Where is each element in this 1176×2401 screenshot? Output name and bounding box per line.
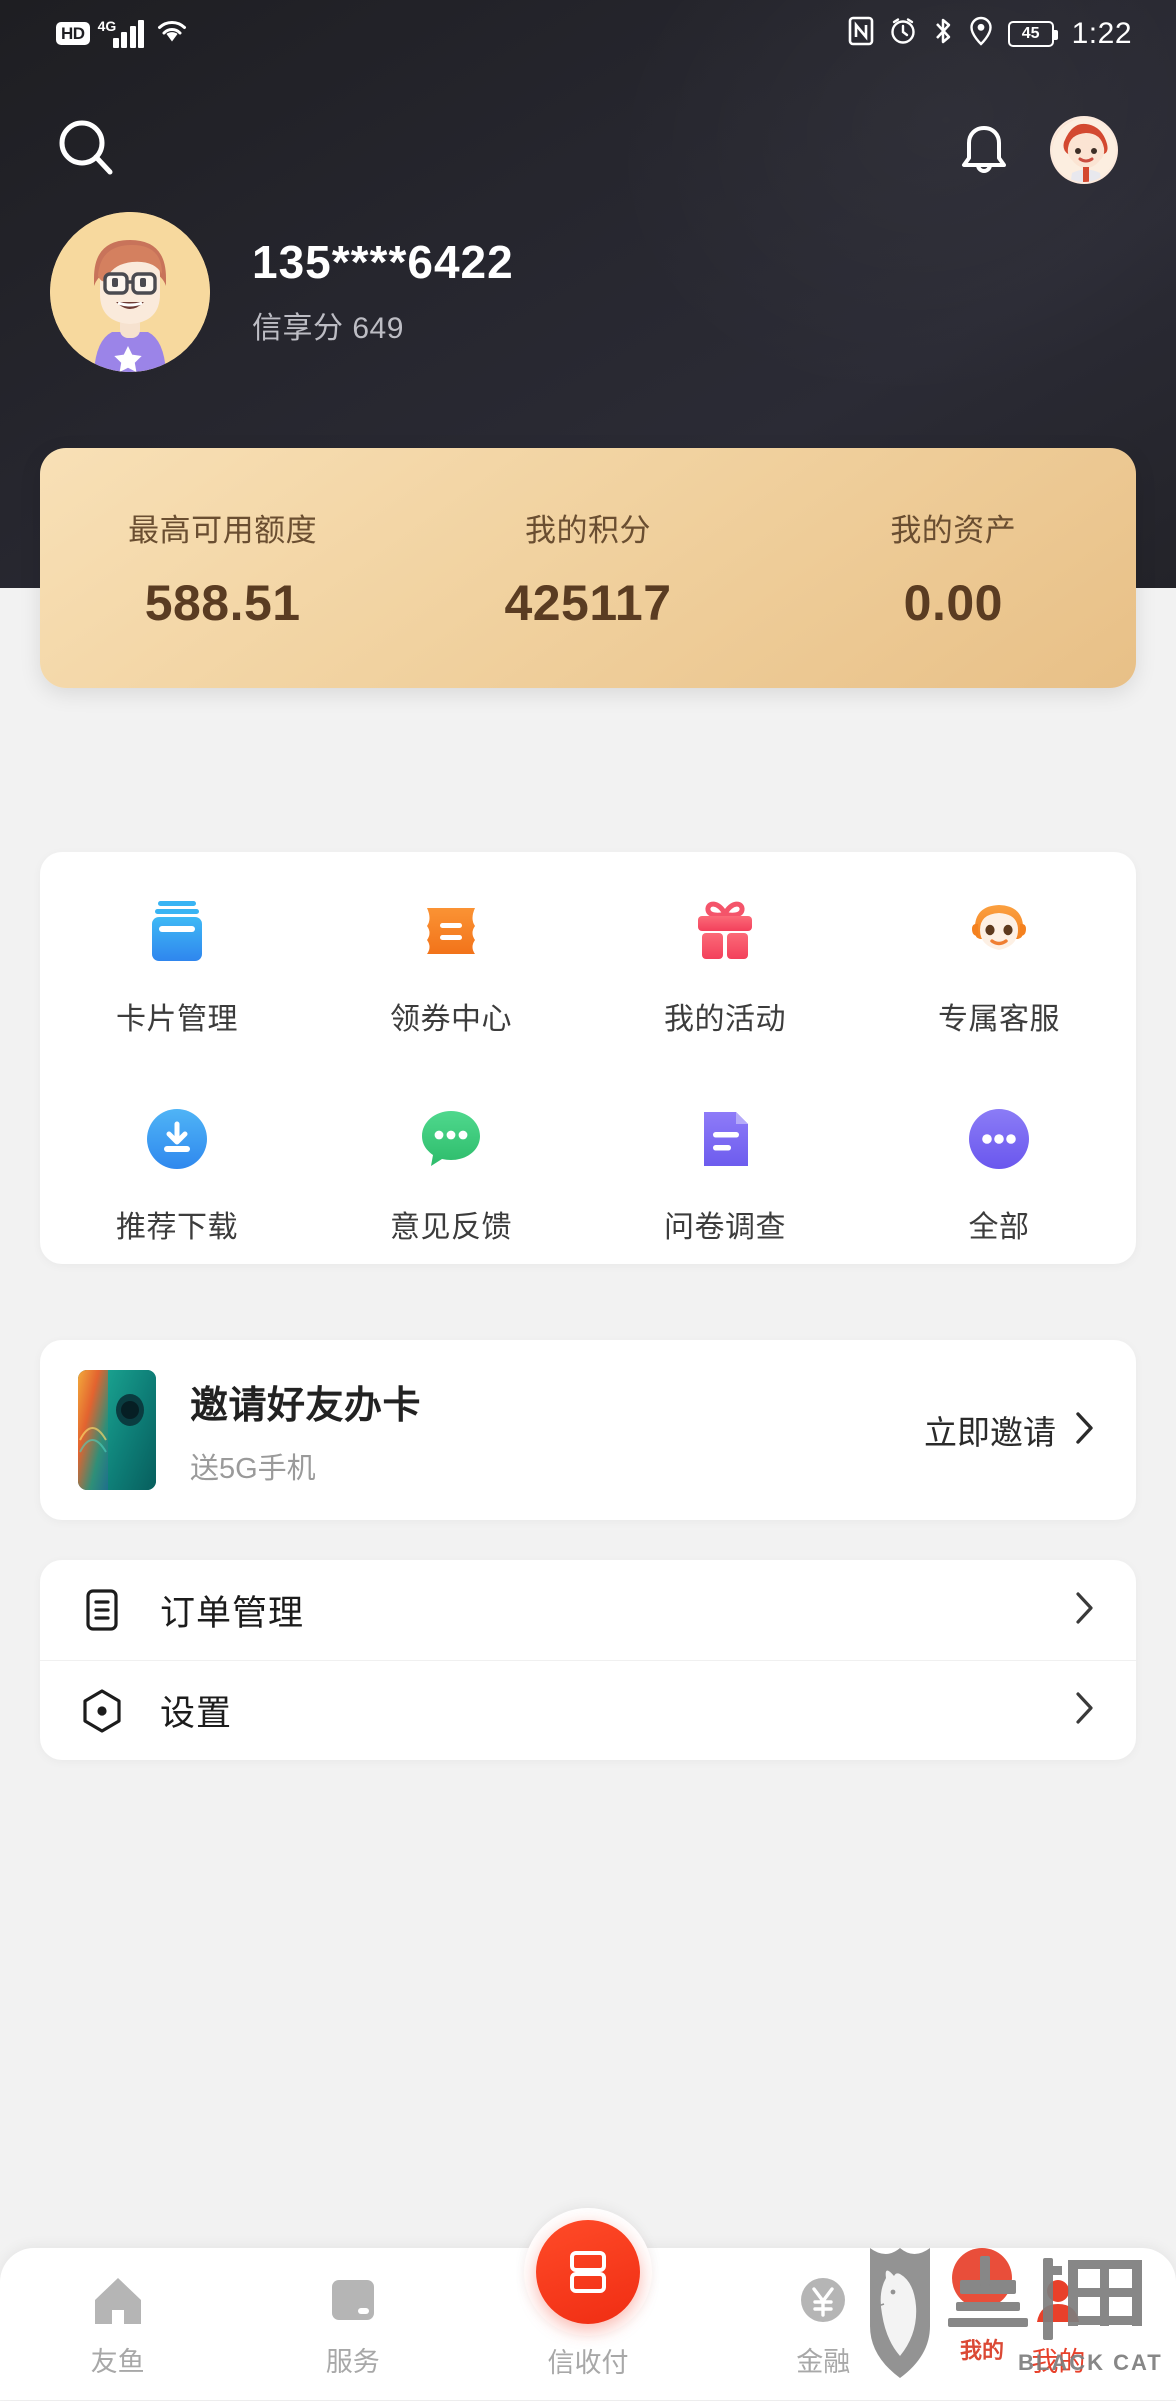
- quick-action-card-management[interactable]: 卡片管理: [40, 892, 314, 1038]
- survey-document-icon: [686, 1100, 764, 1178]
- profile-block[interactable]: 135****6422 信享分 649: [50, 212, 514, 372]
- more-dots-icon: [960, 1100, 1038, 1178]
- quick-action-label: 意见反馈: [390, 1211, 512, 1244]
- chevron-right-icon: [1072, 1588, 1098, 1633]
- quick-actions-card: 卡片管理 领券中心 我的活动 专属客服 推荐下载 意见反馈 问卷调查 全部: [40, 852, 1136, 1264]
- credit-score-value: 649: [352, 312, 404, 346]
- phone-product-image: [78, 1370, 156, 1490]
- nav-item-mine[interactable]: 我的: [941, 2270, 1176, 2379]
- chat-bubble-icon: [412, 1100, 490, 1178]
- download-icon: [138, 1100, 216, 1178]
- credit-score-title: 信享分: [252, 312, 344, 346]
- home-icon: [88, 2270, 148, 2330]
- gift-icon: [686, 892, 764, 970]
- quick-action-coupon-center[interactable]: 领券中心: [314, 892, 588, 1038]
- menu-row-order-management[interactable]: 订单管理: [40, 1560, 1136, 1660]
- network-type-label: 4G: [97, 17, 117, 34]
- stats-card: 最高可用额度 588.51 我的积分 425117 我的资产 0.00: [40, 448, 1136, 688]
- quick-action-feedback[interactable]: 意见反馈: [314, 1100, 588, 1246]
- stat-label: 我的资产: [890, 512, 1017, 548]
- status-bar-left: HD 4G: [56, 18, 188, 49]
- card-stack-icon: [138, 892, 216, 970]
- settings-hex-icon: [78, 1687, 126, 1735]
- quick-action-all[interactable]: 全部: [862, 1100, 1136, 1246]
- wifi-icon: [156, 18, 188, 49]
- status-bar: HD 4G 45 1:22: [0, 0, 1176, 72]
- clock-label: 1:22: [1071, 16, 1132, 50]
- yuan-finance-icon: [793, 2270, 853, 2330]
- quick-action-recommend-download[interactable]: 推荐下载: [40, 1100, 314, 1246]
- quick-actions-row-1: 卡片管理 领券中心 我的活动 专属客服: [40, 892, 1136, 1038]
- quick-action-label: 推荐下载: [116, 1211, 238, 1244]
- invite-now-button[interactable]: 立即邀请: [924, 1406, 1098, 1454]
- quick-actions-row-2: 推荐下载 意见反馈 问卷调查 全部: [40, 1100, 1136, 1246]
- quick-action-label: 领券中心: [390, 1003, 512, 1036]
- stat-value: 588.51: [144, 574, 301, 631]
- phone-number-label: 135****6422: [252, 235, 514, 288]
- coupon-icon: [412, 892, 490, 970]
- quick-action-label: 我的活动: [664, 1003, 786, 1036]
- menu-row-label: 设置: [160, 1694, 233, 1733]
- chevron-right-icon: [1072, 1688, 1098, 1733]
- status-bar-right: 45 1:22: [848, 16, 1132, 51]
- order-list-icon: [78, 1586, 126, 1634]
- stat-label: 我的积分: [524, 512, 651, 548]
- quick-action-customer-service[interactable]: 专属客服: [862, 892, 1136, 1038]
- stat-value: 425117: [504, 574, 672, 631]
- credit-score-label: 信享分 649: [252, 303, 514, 347]
- search-icon[interactable]: [50, 112, 126, 188]
- alarm-icon: [889, 17, 917, 50]
- quick-action-label: 问卷调查: [664, 1211, 786, 1244]
- menu-list-card: 订单管理 设置: [40, 1560, 1136, 1760]
- quick-action-label: 专属客服: [938, 1003, 1060, 1036]
- profile-icon: [1028, 2270, 1088, 2330]
- service-card-icon: [323, 2270, 383, 2330]
- nfc-icon: [848, 16, 874, 51]
- nav-label: 友鱼: [90, 2347, 145, 2377]
- quick-action-label: 卡片管理: [116, 1003, 238, 1036]
- invite-subtitle: 送5G手机: [190, 1452, 316, 1485]
- battery-level-label: 45: [1021, 24, 1040, 42]
- nav-label: 服务: [325, 2347, 380, 2377]
- nav-item-youyu[interactable]: 友鱼: [0, 2270, 235, 2379]
- location-icon: [969, 16, 993, 51]
- signal-bars-icon: 4G: [97, 17, 147, 48]
- nav-label: 我的: [1031, 2347, 1086, 2377]
- customer-service-icon: [960, 892, 1038, 970]
- avatar[interactable]: [1050, 116, 1118, 184]
- bottom-navigation-bar: 友鱼 服务 · 金融 我的: [0, 2208, 1176, 2400]
- stat-points[interactable]: 我的积分 425117: [405, 505, 770, 632]
- invite-texts: 邀请好友办卡 送5G手机: [190, 1374, 924, 1487]
- bell-icon[interactable]: [952, 118, 1016, 182]
- nav-item-finance[interactable]: 金融: [706, 2270, 941, 2379]
- quick-action-label: 全部: [968, 1211, 1030, 1244]
- pay-icon: [536, 2220, 640, 2324]
- menu-row-label: 订单管理: [160, 1593, 305, 1633]
- profile-text: 135****6422 信享分 649: [252, 237, 514, 348]
- profile-avatar[interactable]: [50, 212, 210, 372]
- stat-label: 最高可用额度: [128, 512, 318, 548]
- hd-icon: HD: [56, 21, 90, 46]
- stat-credit-limit[interactable]: 最高可用额度 588.51: [40, 505, 405, 632]
- nav-item-service[interactable]: 服务: [235, 2270, 470, 2379]
- invite-friends-card[interactable]: 邀请好友办卡 送5G手机 立即邀请: [40, 1340, 1136, 1520]
- invite-cta-label: 立即邀请: [924, 1414, 1056, 1451]
- stat-value: 0.00: [903, 574, 1003, 631]
- nav-label: 金融: [796, 2347, 851, 2377]
- top-action-bar: [0, 104, 1176, 204]
- chevron-right-icon: [1072, 1408, 1098, 1453]
- stat-assets[interactable]: 我的资产 0.00: [771, 505, 1136, 632]
- nav-center-pay-button[interactable]: [524, 2208, 652, 2336]
- invite-title: 邀请好友办卡: [190, 1384, 422, 1427]
- nav-center-label: 信收付: [547, 2348, 629, 2378]
- battery-icon: 45: [1007, 20, 1058, 47]
- menu-row-settings[interactable]: 设置: [40, 1660, 1136, 1760]
- quick-action-my-activities[interactable]: 我的活动: [588, 892, 862, 1038]
- bluetooth-icon: [932, 16, 954, 51]
- quick-action-survey[interactable]: 问卷调查: [588, 1100, 862, 1246]
